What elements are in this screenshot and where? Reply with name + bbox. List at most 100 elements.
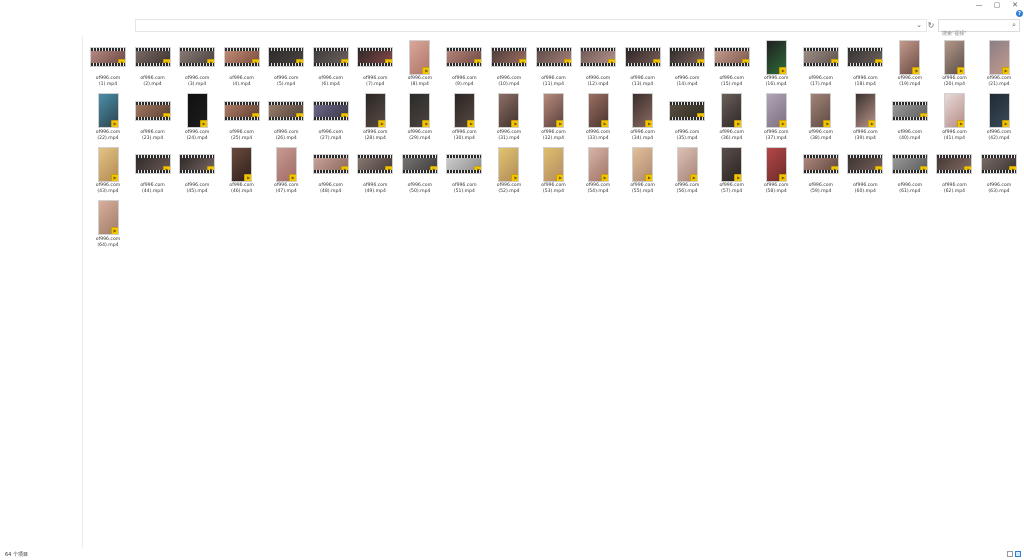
file-item[interactable]: ▶ of996.com (14).mp4 xyxy=(665,39,709,89)
search-icon[interactable]: ⌕ xyxy=(1012,21,1016,30)
file-name: of996.com (8).mp4 xyxy=(407,76,433,87)
file-item[interactable]: ▶ of996.com (26).mp4 xyxy=(264,93,308,143)
pane-divider[interactable] xyxy=(82,36,83,548)
file-name: of996.com (60).mp4 xyxy=(853,183,878,194)
details-view-icon[interactable] xyxy=(1007,551,1013,557)
file-item[interactable]: ▶ of996.com (13).mp4 xyxy=(621,39,665,89)
file-item[interactable]: ▶ of996.com (30).mp4 xyxy=(442,93,486,143)
file-item[interactable]: ▶ of996.com (42).mp4 xyxy=(977,93,1021,143)
file-item[interactable]: ▶ of996.com (35).mp4 xyxy=(665,93,709,143)
file-item[interactable]: ▶ of996.com (54).mp4 xyxy=(576,146,620,196)
file-item[interactable]: ▶ of996.com (6).mp4 xyxy=(309,39,353,89)
file-item[interactable]: ▶ of996.com (8).mp4 xyxy=(398,39,442,89)
file-item[interactable]: ▶ of996.com (39).mp4 xyxy=(843,93,887,143)
video-file-type-icon: ▶ xyxy=(340,112,348,120)
file-item[interactable]: ▶ of996.com (41).mp4 xyxy=(932,93,976,143)
search-box[interactable]: ⌕ xyxy=(938,19,1020,40)
file-thumbnail-area: ▶ xyxy=(487,93,531,129)
file-item[interactable]: ▶ of996.com (4).mp4 xyxy=(220,39,264,89)
file-item[interactable]: ▶ of996.com (40).mp4 xyxy=(888,93,932,143)
file-item[interactable]: ▶ of996.com (29).mp4 xyxy=(398,93,442,143)
video-file-type-icon: ▶ xyxy=(518,59,526,66)
file-item[interactable]: ▶ of996.com (56).mp4 xyxy=(665,146,709,196)
file-item[interactable]: ▶ of996.com (1).mp4 xyxy=(86,39,130,89)
video-file-type-icon: ▶ xyxy=(422,66,430,74)
file-item[interactable]: ▶ of996.com (25).mp4 xyxy=(220,93,264,143)
video-file-type-icon: ▶ xyxy=(697,112,705,120)
file-item[interactable]: ▶ of996.com (59).mp4 xyxy=(799,146,843,196)
video-thumbnail: ▶ xyxy=(669,100,706,121)
file-name: of996.com (35).mp4 xyxy=(674,129,700,141)
file-item[interactable]: ▶ of996.com (22).mp4 xyxy=(86,93,130,143)
file-item[interactable]: ▶ of996.com (36).mp4 xyxy=(710,93,754,143)
file-item[interactable]: ▶ of996.com (49).mp4 xyxy=(353,146,397,196)
file-item[interactable]: ▶ of996.com (45).mp4 xyxy=(175,146,219,196)
file-item[interactable]: ▶ of996.com (18).mp4 xyxy=(843,39,887,89)
video-thumbnail: ▶ xyxy=(936,154,973,174)
file-name: of996.com (31).mp4 xyxy=(496,129,522,141)
file-item[interactable]: ▶ of996.com (31).mp4 xyxy=(487,93,531,143)
file-name: of996.com (42).mp4 xyxy=(986,129,1012,141)
chevron-down-icon[interactable]: ⌄ xyxy=(916,21,922,29)
file-item[interactable]: ▶ of996.com (57).mp4 xyxy=(710,146,754,196)
navigation-pane[interactable] xyxy=(0,36,82,548)
video-thumbnail: ▶ xyxy=(943,93,965,128)
file-item[interactable]: ▶ of996.com (17).mp4 xyxy=(799,39,843,89)
file-item[interactable]: ▶ of996.com (21).mp4 xyxy=(977,39,1021,89)
file-item[interactable]: ▶ of996.com (16).mp4 xyxy=(754,39,798,89)
file-item[interactable]: ▶ of996.com (15).mp4 xyxy=(710,39,754,89)
file-item[interactable]: ▶ of996.com (33).mp4 xyxy=(576,93,620,143)
file-item[interactable]: ▶ of996.com (51).mp4 xyxy=(442,146,486,196)
file-item[interactable]: ▶ of996.com (62).mp4 xyxy=(932,146,976,196)
address-bar[interactable]: ⌄ xyxy=(135,19,927,32)
file-item[interactable]: ▶ of996.com (9).mp4 xyxy=(442,39,486,89)
file-item[interactable]: ▶ of996.com (11).mp4 xyxy=(532,39,576,89)
file-item[interactable]: ▶ of996.com (2).mp4 xyxy=(131,39,175,89)
file-item[interactable]: ▶ of996.com (47).mp4 xyxy=(264,146,308,196)
help-icon[interactable]: ? xyxy=(1016,10,1023,17)
large-icons-view-icon[interactable] xyxy=(1015,551,1021,557)
file-item[interactable]: ▶ of996.com (38).mp4 xyxy=(799,93,843,143)
file-item[interactable]: ▶ of996.com (43).mp4 xyxy=(86,146,130,196)
file-item[interactable]: ▶ of996.com (7).mp4 xyxy=(353,39,397,89)
file-item[interactable]: ▶ of996.com (32).mp4 xyxy=(532,93,576,143)
file-item[interactable]: ▶ of996.com (50).mp4 xyxy=(398,146,442,196)
file-item[interactable]: ▶ of996.com (44).mp4 xyxy=(131,146,175,196)
file-item[interactable]: ▶ of996.com (52).mp4 xyxy=(487,146,531,196)
file-item[interactable]: ▶ of996.com (24).mp4 xyxy=(175,93,219,143)
file-item[interactable]: ▶ of996.com (3).mp4 xyxy=(175,39,219,89)
file-thumbnail-area: ▶ xyxy=(264,39,308,75)
file-item[interactable]: ▶ of996.com (53).mp4 xyxy=(532,146,576,196)
file-name: of996.com (40).mp4 xyxy=(897,129,923,141)
file-item[interactable]: ▶ of996.com (10).mp4 xyxy=(487,39,531,89)
file-item[interactable]: ▶ of996.com (5).mp4 xyxy=(264,39,308,89)
file-item[interactable]: ▶ of996.com (20).mp4 xyxy=(932,39,976,89)
file-item[interactable]: ▶ of996.com (37).mp4 xyxy=(754,93,798,143)
maximize-icon[interactable]: ▢ xyxy=(988,0,1006,10)
file-item[interactable]: ▶ of996.com (55).mp4 xyxy=(621,146,665,196)
close-icon[interactable]: ✕ xyxy=(1006,0,1024,10)
file-item[interactable]: ▶ of996.com (12).mp4 xyxy=(576,39,620,89)
file-item[interactable]: ▶ of996.com (48).mp4 xyxy=(309,146,353,196)
video-file-type-icon: ▶ xyxy=(340,166,348,173)
search-input[interactable] xyxy=(939,28,1010,40)
file-item[interactable]: ▶ of996.com (63).mp4 xyxy=(977,146,1021,196)
video-file-type-icon: ▶ xyxy=(734,173,742,181)
file-item[interactable]: ▶ of996.com (46).mp4 xyxy=(220,146,264,196)
file-item[interactable]: ▶ of996.com (19).mp4 xyxy=(888,39,932,89)
file-item[interactable]: ▶ of996.com (34).mp4 xyxy=(621,93,665,143)
file-name: of996.com (15).mp4 xyxy=(719,76,744,87)
file-item[interactable]: ▶ of996.com (64).mp4 xyxy=(86,200,130,250)
file-item[interactable]: ▶ of996.com (28).mp4 xyxy=(353,93,397,143)
file-thumbnail-area: ▶ xyxy=(665,39,709,75)
file-item[interactable]: ▶ of996.com (58).mp4 xyxy=(754,146,798,196)
video-file-type-icon: ▶ xyxy=(778,66,786,74)
file-name: of996.com (18).mp4 xyxy=(853,76,878,87)
file-item[interactable]: ▶ of996.com (27).mp4 xyxy=(309,93,353,143)
file-item[interactable]: ▶ of996.com (61).mp4 xyxy=(888,146,932,196)
file-item[interactable]: ▶ of996.com (23).mp4 xyxy=(131,93,175,143)
minimize-icon[interactable]: — xyxy=(970,0,988,10)
refresh-icon[interactable]: ↻ xyxy=(926,20,936,31)
video-thumbnail: ▶ xyxy=(498,93,520,128)
file-item[interactable]: ▶ of996.com (60).mp4 xyxy=(843,146,887,196)
